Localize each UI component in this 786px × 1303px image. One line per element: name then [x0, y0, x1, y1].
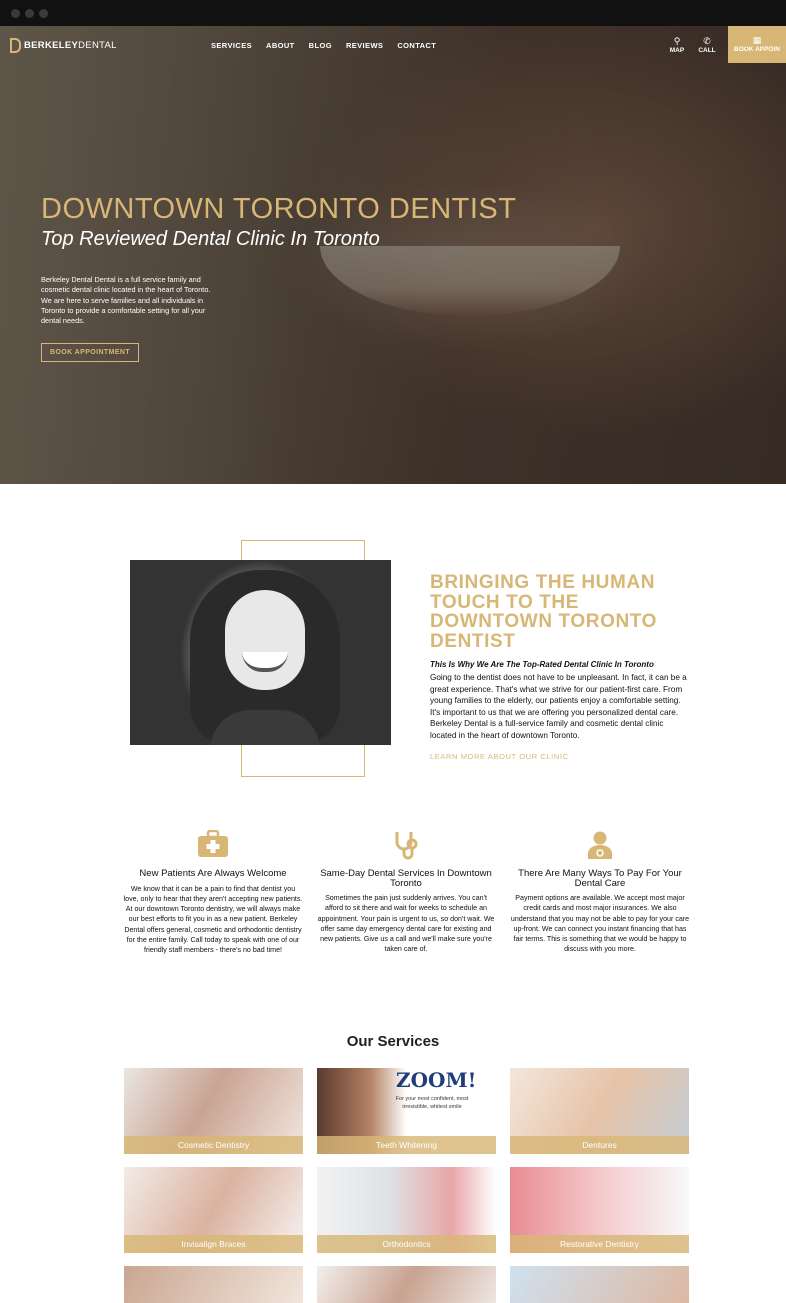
- feature-same-day: Same-Day Dental Services In Downtown Tor…: [316, 830, 496, 955]
- calendar-icon: ▦: [752, 35, 762, 45]
- map-pin-icon: ⚲: [673, 36, 681, 46]
- call-link[interactable]: ✆ CALL: [695, 36, 719, 54]
- menu-item-reviews[interactable]: REVIEWS: [346, 41, 383, 50]
- stethoscope-icon: [316, 830, 496, 860]
- site-logo[interactable]: BERKELEYDENTAL: [10, 38, 117, 53]
- service-tile-9[interactable]: [510, 1266, 689, 1303]
- service-tile-label: Orthodontics: [317, 1235, 496, 1253]
- top-navigation: BERKELEYDENTAL SERVICES ABOUT BLOG REVIE…: [0, 26, 786, 64]
- doctor-icon: [510, 830, 690, 860]
- services-heading: Our Services: [346, 1033, 440, 1050]
- feature-title: There Are Many Ways To Pay For Your Dent…: [518, 868, 682, 889]
- window-minimize-dot[interactable]: [25, 9, 34, 18]
- service-tile-7[interactable]: [124, 1266, 303, 1303]
- learn-more-link[interactable]: LEARN MORE ABOUT OUR CLINIC: [430, 752, 569, 761]
- feature-title: Same-Day Dental Services In Downtown Tor…: [320, 868, 492, 889]
- menu-item-about[interactable]: ABOUT: [266, 41, 295, 50]
- feature-payment: There Are Many Ways To Pay For Your Dent…: [510, 830, 690, 955]
- service-tile-whitening[interactable]: ZOOM! For your most confident, most irre…: [317, 1068, 496, 1154]
- service-tile-8[interactable]: [317, 1266, 496, 1303]
- about-subheading: This Is Why We Are The Top-Rated Dental …: [430, 660, 654, 669]
- hero-title: DOWNTOWN TORONTO DENTIST: [41, 193, 517, 225]
- feature-text: Sometimes the pain just suddenly arrives…: [317, 894, 495, 954]
- service-tile-cosmetic[interactable]: Cosmetic Dentistry: [124, 1068, 303, 1154]
- service-tile-label: Dentures: [510, 1136, 689, 1154]
- hero-description: Berkeley Dental Dental is a full service…: [41, 275, 211, 326]
- feature-text: We know that it can be a pain to find th…: [123, 884, 303, 955]
- browser-titlebar: [0, 0, 786, 26]
- about-heading: BRINGING THE HUMAN TOUCH TO THE DOWNTOWN…: [430, 572, 658, 652]
- book-appointment-nav-button[interactable]: ▦ BOOK APPOIN: [728, 26, 786, 63]
- service-tile-restorative[interactable]: Restorative Dentistry: [510, 1167, 689, 1253]
- menu-item-contact[interactable]: CONTACT: [397, 41, 436, 50]
- first-aid-kit-icon: [123, 830, 303, 860]
- window-maximize-dot[interactable]: [39, 9, 48, 18]
- hero-banner: [0, 26, 786, 484]
- service-tile-label: Restorative Dentistry: [510, 1235, 689, 1253]
- feature-title: New Patients Are Always Welcome: [139, 868, 287, 879]
- service-tile-orthodontics[interactable]: Orthodontics: [317, 1167, 496, 1253]
- service-tile-dentures[interactable]: Dentures: [510, 1068, 689, 1154]
- service-tile-label: Teeth Whitening: [317, 1136, 496, 1154]
- hero-subtitle: Top Reviewed Dental Clinic In Toronto: [41, 228, 380, 250]
- feature-new-patients: New Patients Are Always Welcome We know …: [123, 830, 303, 956]
- book-appointment-button[interactable]: BOOK APPOINTMENT: [41, 343, 139, 362]
- menu-item-blog[interactable]: BLOG: [309, 41, 332, 50]
- zoom-logo: ZOOM!: [396, 1068, 477, 1092]
- feature-text: Payment options are available. We accept…: [510, 894, 690, 954]
- logo-b-icon: [10, 38, 21, 53]
- about-text: Going to the dentist does not have to be…: [430, 673, 687, 740]
- main-menu: SERVICES ABOUT BLOG REVIEWS CONTACT: [211, 41, 436, 50]
- menu-item-services[interactable]: SERVICES: [211, 41, 252, 50]
- service-tile-label: Cosmetic Dentistry: [124, 1136, 303, 1154]
- service-tile-invisalign[interactable]: Invisalign Braces: [124, 1167, 303, 1253]
- zoom-tagline: For your most confident, most irresistib…: [395, 1096, 469, 1110]
- service-tile-label: Invisalign Braces: [124, 1235, 303, 1253]
- map-link[interactable]: ⚲ MAP: [665, 36, 689, 54]
- window-close-dot[interactable]: [11, 9, 20, 18]
- phone-icon: ✆: [703, 36, 711, 46]
- smiling-woman-photo: [130, 560, 391, 745]
